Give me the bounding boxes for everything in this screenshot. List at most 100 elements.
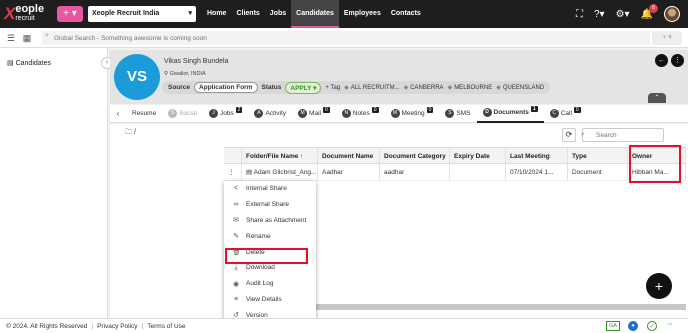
nav-employees[interactable]: Employees (339, 0, 386, 28)
tab-social[interactable]: S Social (162, 105, 203, 123)
column-header-document-name[interactable]: Document Name (318, 148, 380, 163)
main-nav: Home Clients Jobs Candidates Employees C… (202, 0, 426, 28)
menu-item-audit-log[interactable]: ◉ Audit Log (224, 276, 316, 292)
ga-badge[interactable]: GA (606, 321, 620, 331)
documents-table: Folder/File Name ↑ Document Name Documen… (224, 147, 686, 181)
column-header-file-name[interactable]: Folder/File Name ↑ (242, 148, 318, 163)
candidate-location: ⚲ Gwalior, INDIA (164, 71, 206, 77)
social-icon: S (168, 109, 178, 118)
xeople-logo[interactable]: X eople recruit (4, 3, 44, 25)
quick-add-button[interactable]: + ▾ (57, 6, 83, 22)
footer: © 2024. All Rights Reserved | Privacy Poli… (0, 318, 688, 333)
tab-jobs[interactable]: J Jobs 2 (203, 105, 249, 123)
candidate-name: Vikas Singh Bundela (164, 58, 229, 65)
more-vertical-icon[interactable]: ⋮ (671, 54, 684, 67)
tab-meeting[interactable]: M Meeting 0 (385, 105, 440, 123)
nav-clients[interactable]: Clients (231, 0, 264, 28)
tag-icon: ◆ (403, 85, 409, 91)
row-menu-icon[interactable]: ⋮ (224, 164, 242, 180)
last-meeting-cell: 07/10/2024 1... (506, 164, 568, 180)
documents-panel: 🗀 / ⟳ ⌕ Folder/File Name ↑ Document Name… (110, 124, 688, 318)
add-tag-button[interactable]: + Tag (325, 85, 340, 91)
search-icon: ⌕ (581, 131, 585, 138)
owner-highlight-box (629, 145, 681, 183)
tab-mail[interactable]: M Mail 0 (292, 105, 336, 123)
nav-jobs[interactable]: Jobs (265, 0, 291, 28)
tag-icon: ◆ (496, 85, 501, 91)
privacy-policy-link[interactable]: Privacy Policy (97, 323, 137, 330)
menu-item-share-as-attachment[interactable]: ✉ Share as Attachment (224, 213, 316, 229)
folder-icon: 🗀 (125, 129, 132, 136)
link-icon: ∞ (233, 201, 239, 209)
column-header (224, 148, 242, 163)
refresh-icon[interactable]: ⟳ (562, 128, 576, 142)
tab-resume[interactable]: Resume (126, 105, 162, 123)
tab-sms[interactable]: S SMS (439, 105, 476, 123)
back-arrow-icon[interactable]: ← (655, 54, 668, 67)
global-search-input[interactable] (42, 31, 650, 45)
mail-attach-icon: ✉ (233, 217, 239, 225)
tag-item[interactable]: ◆ ALL RECRUITM... (344, 84, 399, 91)
collapse-header-button[interactable]: ⌃ (648, 93, 666, 103)
list-view-icon[interactable]: ☰ (5, 32, 17, 44)
folder-path[interactable]: 🗀 / (125, 128, 136, 139)
column-header-type[interactable]: Type (568, 148, 628, 163)
menu-item-external-share[interactable]: ∞ External Share (224, 197, 316, 213)
nav-candidates[interactable]: Candidates (291, 0, 339, 28)
nav-contacts[interactable]: Contacts (386, 0, 426, 28)
tag-icon: ◆ (344, 85, 349, 91)
column-header-document-category[interactable]: Document Category (380, 148, 450, 163)
table-toolbar: ⟳ (562, 128, 664, 142)
tab-count: 0 (426, 106, 434, 113)
tab-activity[interactable]: A Activity (248, 105, 292, 123)
eye-icon: ◉ (232, 280, 240, 288)
gear-icon[interactable]: ⚙▾ (616, 9, 630, 20)
share-icon: < (233, 185, 239, 193)
tag-item[interactable]: ◆ QUEENSLAND (496, 84, 544, 91)
grid-view-icon[interactable]: ▦ (21, 32, 33, 44)
search-add-button[interactable]: + ▾ (652, 31, 682, 45)
add-document-fab[interactable]: + (646, 273, 672, 299)
file-name-cell[interactable]: ▤ Adam Gilchrist_Ang... (242, 164, 318, 180)
menu-item-view-details[interactable]: ≡ View Details (224, 292, 316, 308)
column-header-last-meeting[interactable]: Last Meeting (506, 148, 568, 163)
help-icon[interactable]: ?▾ (594, 9, 605, 20)
document-icon: ▤ (246, 169, 253, 176)
nav-home[interactable]: Home (202, 0, 231, 28)
user-circle-icon[interactable]: ● (628, 321, 638, 331)
terms-of-use-link[interactable]: Terms of Use (147, 323, 185, 330)
top-right-icons: ⛶ ?▾ ⚙▾ 🔔 8 (576, 0, 688, 28)
documents-search-input[interactable] (582, 128, 664, 142)
location-pin-icon: ⚲ (164, 71, 169, 77)
expiry-date-cell (450, 164, 506, 180)
pencil-icon: ✎ (233, 233, 239, 241)
wifi-icon[interactable]: ◠ (665, 321, 675, 331)
status-badge[interactable]: APPLY ▾ (285, 81, 322, 94)
tabs-prev-icon[interactable]: ‹ (110, 109, 126, 118)
delete-highlight-box (225, 248, 308, 264)
user-avatar[interactable] (664, 6, 680, 22)
menu-item-internal-share[interactable]: < Internal Share (224, 181, 316, 197)
source-value[interactable]: Application Form (194, 82, 258, 93)
menu-item-rename[interactable]: ✎ Rename (224, 228, 316, 244)
activity-icon: A (254, 109, 264, 118)
tag-item[interactable]: ◆ CANBERRA (404, 84, 444, 91)
candidate-avatar: VS (114, 54, 160, 100)
sidebar-item-candidates[interactable]: ▤ Candidates (7, 59, 51, 67)
organization-select[interactable]: Xeople Recruit India ▾ (88, 6, 196, 22)
tab-call[interactable]: C Call 0 (544, 105, 587, 123)
tab-count: 0 (573, 106, 581, 113)
bell-icon[interactable]: 🔔 8 (641, 3, 658, 20)
tab-count: 0 (322, 106, 330, 113)
check-circle-icon[interactable]: ✓ (647, 321, 657, 331)
tag-icon: ◆ (447, 85, 453, 91)
document-category-cell: aadhar (380, 164, 450, 180)
tab-documents[interactable]: D Documents 1 (476, 105, 544, 123)
tag-item[interactable]: ◆ MELBOURNE (448, 84, 493, 91)
sms-icon: S (445, 109, 455, 118)
fullscreen-icon[interactable]: ⛶ (576, 9, 583, 20)
tab-notes[interactable]: N Notes 0 (336, 105, 385, 123)
table-row[interactable]: ⋮ ▤ Adam Gilchrist_Ang... Aadhar aadhar … (224, 164, 686, 181)
tab-count: 2 (235, 106, 243, 113)
column-header-expiry-date[interactable]: Expiry Date (450, 148, 506, 163)
